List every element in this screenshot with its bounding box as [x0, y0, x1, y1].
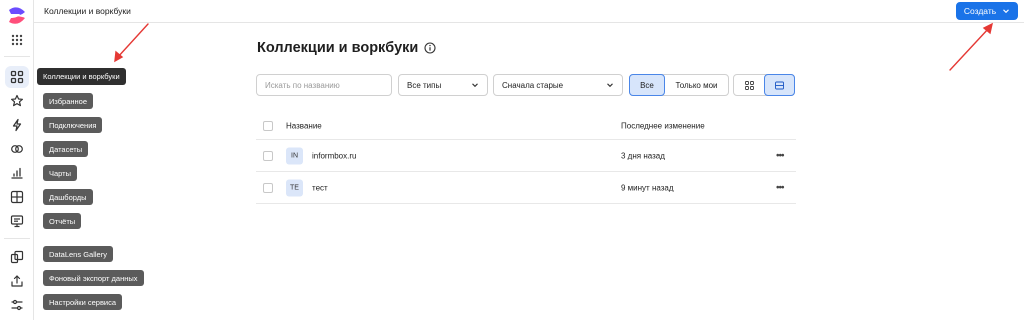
annotation-arrow-create: [949, 27, 990, 71]
column-header-modified: Последнее изменение: [621, 121, 705, 130]
sort-select-value: Сначала старые: [502, 80, 564, 90]
grid-view-button[interactable]: [734, 75, 764, 95]
grid-icon: [10, 70, 24, 84]
row-checkbox[interactable]: [263, 182, 273, 193]
datalens-logo-icon[interactable]: [6, 5, 28, 27]
rail-favorites[interactable]: [5, 90, 29, 112]
apps-grid-icon[interactable]: [5, 29, 29, 51]
more-actions-icon[interactable]: •••: [776, 182, 784, 193]
rail-divider: [4, 238, 30, 239]
annotation-arrow-sidebar: [116, 23, 149, 59]
rail-connections[interactable]: [5, 114, 29, 136]
dataset-icon: [11, 145, 23, 153]
rail-charts[interactable]: [5, 162, 29, 184]
tag-gallery: DataLens Gallery: [43, 246, 113, 262]
rail-dashboards[interactable]: [5, 186, 29, 208]
create-button-label: Создать: [963, 6, 997, 16]
tag-export: Фоновый экспорт данных: [43, 270, 144, 286]
list-icon: [775, 81, 785, 89]
row-checkbox[interactable]: [263, 150, 273, 161]
column-header-name: Название: [286, 121, 322, 130]
gallery-icon: [10, 250, 24, 264]
row-name[interactable]: informbox.ru: [312, 151, 356, 160]
collections-table: Название Последнее изменение IN informbo…: [256, 112, 796, 204]
tag-datasets: Датасеты: [43, 141, 89, 157]
info-icon[interactable]: [424, 42, 436, 54]
app-root: Коллекции и воркбуки Создать Коллекции и…: [0, 0, 1024, 320]
table-row[interactable]: TE тест 9 минут назад •••: [256, 172, 796, 204]
view-mode-switch: [733, 74, 795, 96]
chevron-down-icon: [1003, 9, 1010, 14]
sort-select[interactable]: Сначала старые: [493, 74, 623, 96]
tag-connections: Подключения: [43, 117, 103, 133]
tag-dashboards: Дашборды: [43, 189, 93, 205]
row-modified: 9 минут назад: [621, 183, 674, 192]
row-name-cell: IN informbox.ru: [286, 147, 356, 164]
top-bar: Коллекции и воркбуки Создать: [34, 0, 1024, 23]
report-icon: [10, 215, 24, 228]
bolt-icon: [12, 118, 22, 132]
rail-settings[interactable]: [5, 294, 29, 316]
annotation-arrowhead-sidebar: [114, 50, 124, 63]
search-input[interactable]: Искать по названию: [256, 74, 392, 96]
workbook-avatar: IN: [286, 147, 303, 164]
chart-icon: [11, 167, 23, 179]
filter-all-button[interactable]: Все: [629, 74, 665, 96]
create-button[interactable]: Создать: [956, 2, 1018, 20]
list-view-button[interactable]: [764, 74, 795, 96]
left-rail: [0, 0, 34, 320]
grid-icon: [744, 80, 754, 90]
rail-export[interactable]: [5, 270, 29, 292]
star-icon: [11, 94, 23, 107]
rail-reports[interactable]: [5, 210, 29, 232]
tag-favorites: Избранное: [43, 93, 94, 109]
type-select-value: Все типы: [407, 80, 442, 90]
row-modified: 3 дня назад: [621, 151, 665, 160]
filter-mine-button[interactable]: Только мои: [665, 75, 728, 95]
ownership-filter: Все Только мои: [629, 74, 729, 96]
tag-collections: Коллекции и воркбуки: [37, 68, 126, 85]
type-select[interactable]: Все типы: [398, 74, 488, 96]
sliders-icon: [11, 299, 23, 311]
tag-reports: Отчёты: [43, 213, 82, 229]
row-name[interactable]: тест: [312, 183, 328, 192]
annotation-arrowhead-create: [982, 22, 994, 35]
export-icon: [11, 275, 23, 287]
rail-gallery[interactable]: [5, 246, 29, 268]
rail-datasets[interactable]: [5, 138, 29, 160]
search-placeholder: Искать по названию: [265, 80, 340, 90]
rail-divider: [4, 56, 30, 57]
table-row[interactable]: IN informbox.ru 3 дня назад •••: [256, 140, 796, 172]
select-all-checkbox[interactable]: [263, 120, 273, 131]
table-header-row: Название Последнее изменение: [256, 112, 796, 140]
dashboard-icon: [10, 190, 24, 204]
rail-collections[interactable]: [5, 66, 29, 88]
page-title: Коллекции и воркбуки: [257, 40, 436, 56]
workbook-avatar: TE: [286, 179, 303, 196]
breadcrumb-title: Коллекции и воркбуки: [44, 6, 131, 16]
tag-charts: Чарты: [43, 165, 78, 181]
chevron-down-icon: [607, 83, 613, 88]
chevron-down-icon: [472, 83, 478, 88]
page-title-text: Коллекции и воркбуки: [257, 40, 419, 56]
tag-settings: Настройки сервиса: [43, 294, 123, 310]
more-actions-icon[interactable]: •••: [776, 150, 784, 161]
row-name-cell: TE тест: [286, 179, 328, 196]
